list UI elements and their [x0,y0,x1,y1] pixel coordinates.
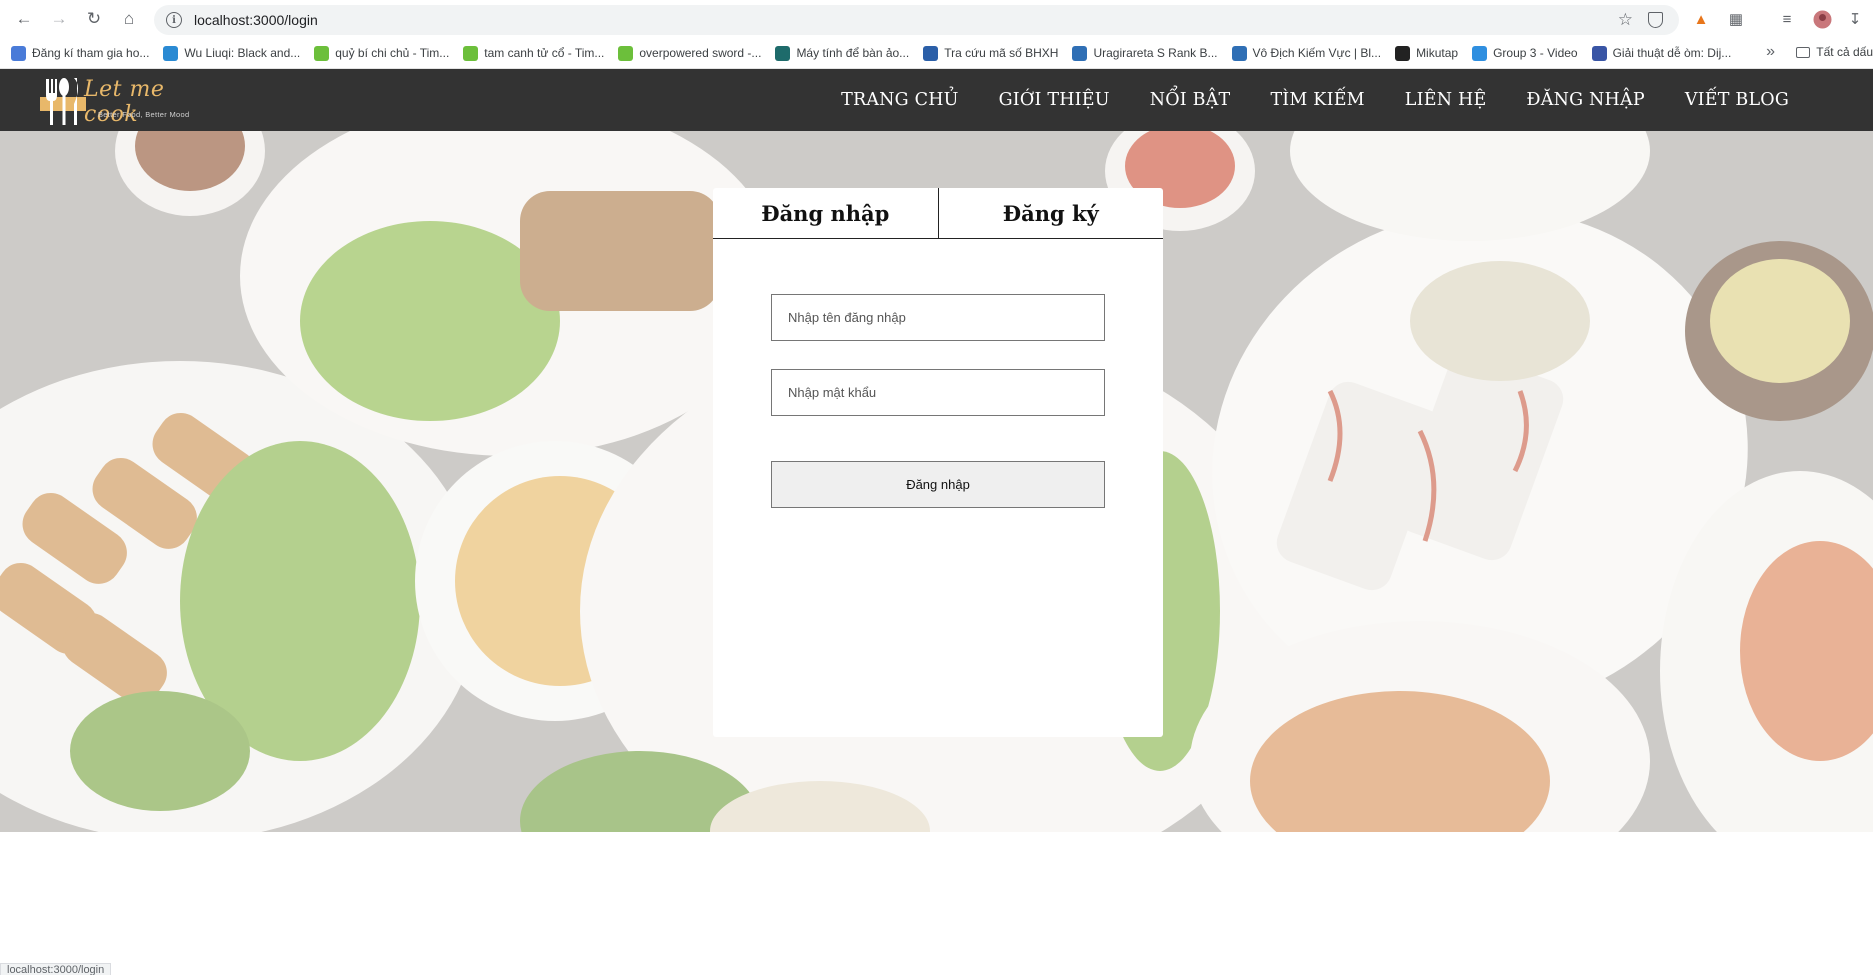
reading-list-icon[interactable]: ≡ [1777,9,1797,29]
site-info-icon[interactable]: i [166,12,182,28]
bookmark-label: Wu Liuqi: Black and... [184,46,301,60]
bookmark-favicon-icon [163,45,179,61]
nav-about[interactable]: GIỚI THIỆU [999,90,1110,110]
bookmark-favicon-icon [775,45,791,61]
nav-featured[interactable]: NỔI BẬT [1150,90,1231,110]
bookmark-favicon-icon [314,45,330,61]
bookmark-item[interactable]: Đăng kí tham gia ho... [11,45,150,61]
folder-label: Tất cả dấu [1816,45,1873,59]
cutlery-logo-icon [40,78,86,125]
tab-login[interactable]: Đăng nhập [713,188,938,238]
bookmark-label: Đăng kí tham gia ho... [32,46,150,60]
all-bookmarks-folder[interactable]: Tất cả dấu [1796,45,1873,59]
status-bar-url: localhost:3000/login [0,963,112,975]
bookmark-favicon-icon [1591,45,1607,61]
bookmark-label: Uragirareta S Rank B... [1093,46,1218,60]
bookmark-favicon-icon [923,45,939,61]
bookmark-item[interactable]: Uragirareta S Rank B... [1072,45,1218,61]
bookmarks-overflow-icon[interactable]: » [1766,43,1775,61]
bookmark-label: tam canh tử cổ - Tim... [484,46,605,60]
nav-contact[interactable]: LIÊN HỆ [1405,90,1487,110]
bookmark-item[interactable]: quỷ bí chi chủ - Tim... [314,45,450,61]
download-icon[interactable]: ↧ [1845,9,1865,29]
bookmark-label: Giải thuật dễ òm: Dij... [1612,46,1732,60]
extensions-puzzle-icon[interactable]: ▦ [1726,9,1746,29]
bookmark-label: overpowered sword -... [639,46,762,60]
back-icon[interactable]: ← [11,6,37,32]
profile-avatar[interactable] [1812,9,1832,29]
site-header: Let me cook Better Food, Better Mood TRA… [0,69,1873,131]
bookmark-item[interactable]: Tra cứu mã số BHXH [923,45,1059,61]
address-bar[interactable]: i localhost:3000/login ☆ [154,5,1679,35]
bookmark-item[interactable]: Mikutap [1395,45,1459,61]
bookmark-favicon-icon [1395,45,1411,61]
bookmark-label: Máy tính để bàn ảo... [796,46,910,60]
address-url[interactable]: localhost:3000/login [194,12,318,28]
auth-tabs: Đăng nhập Đăng ký [713,188,1163,239]
bookmark-label: Tra cứu mã số BHXH [944,46,1059,60]
nav-search[interactable]: TÌM KIẾM [1270,90,1364,110]
bookmark-favicon-icon [11,45,26,61]
bookmark-item[interactable]: Wu Liuqi: Black and... [163,45,301,61]
bookmark-label: quỷ bí chi chủ - Tim... [335,46,450,60]
forward-icon[interactable]: → [46,6,72,32]
bookmark-favicon-icon [1472,45,1488,61]
auth-card: Đăng nhập Đăng ký Đăng nhập [713,188,1163,737]
bookmark-label: Mikutap [1416,46,1459,60]
bookmark-item[interactable]: overpowered sword -... [618,45,762,61]
bookmark-item[interactable]: Máy tính để bàn ảo... [775,45,910,61]
bookmark-label: Group 3 - Video [1493,46,1578,60]
shield-icon[interactable] [1648,12,1663,28]
logo-tagline: Better Food, Better Mood [98,110,190,119]
bookmarks-bar: Đăng kí tham gia ho... Wu Liuqi: Black an… [0,38,1873,69]
password-input[interactable] [771,369,1105,416]
reload-icon[interactable]: ↻ [81,6,107,32]
bookmark-favicon-icon [1231,45,1247,61]
fox-extension-icon[interactable]: ▲ [1691,9,1711,29]
bookmark-item[interactable]: Group 3 - Video [1472,45,1578,61]
main-nav: TRANG CHỦ GIỚI THIỆU NỔI BẬT TÌM KIẾM LI… [801,69,1789,131]
bookmark-favicon-icon [1072,45,1088,61]
nav-login[interactable]: ĐĂNG NHẬP [1526,90,1644,110]
logo-script-text: Let me cook [84,77,165,127]
username-input[interactable] [771,294,1105,341]
browser-toolbar: ← → ↻ ⌂ i localhost:3000/login ☆ ▲ ▦ ≡ ↧ [0,0,1873,38]
bookmark-item[interactable]: Vô Địch Kiếm Vực | Bl... [1231,45,1382,61]
tab-register[interactable]: Đăng ký [937,188,1164,238]
bookmark-favicon-icon [618,45,634,61]
home-icon[interactable]: ⌂ [116,6,142,32]
bookmark-label: Vô Địch Kiếm Vực | Bl... [1252,46,1382,60]
bookmark-item[interactable]: Giải thuật dễ òm: Dij... [1591,45,1732,61]
bookmark-star-icon[interactable]: ☆ [1618,10,1633,30]
nav-home[interactable]: TRANG CHỦ [841,90,959,110]
bookmark-item[interactable]: tam canh tử cổ - Tim... [463,45,605,61]
site-logo[interactable]: Let me cook Better Food, Better Mood [40,73,210,127]
folder-icon [1796,46,1811,58]
login-submit-button[interactable]: Đăng nhập [771,461,1105,508]
bookmark-favicon-icon [463,45,479,61]
nav-write-blog[interactable]: VIẾT BLOG [1685,90,1789,110]
